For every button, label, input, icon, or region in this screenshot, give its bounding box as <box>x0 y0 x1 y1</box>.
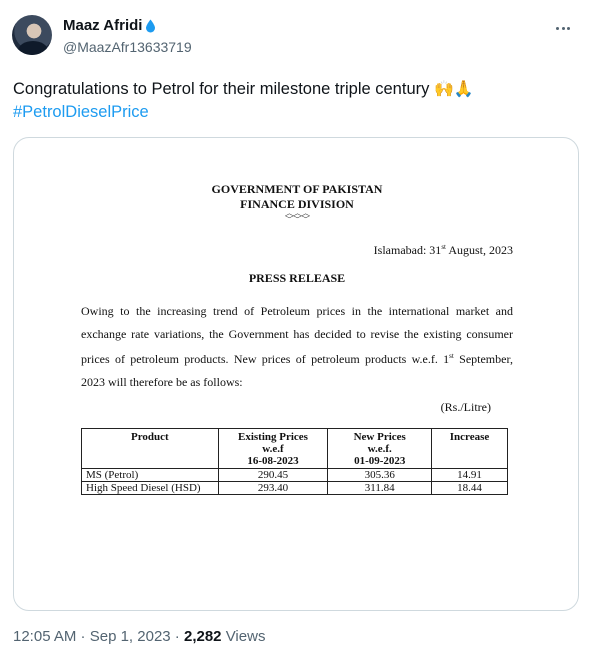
tweet-timestamp[interactable]: 12:05 AM <box>13 628 76 645</box>
water-drop-icon <box>146 19 156 32</box>
attached-image[interactable]: GOVERNMENT OF PAKISTAN FINANCE DIVISION … <box>13 137 579 611</box>
views-label: Views <box>221 628 266 645</box>
doc-ornament: <><><> <box>284 211 310 221</box>
col-header-product: Product <box>81 428 219 469</box>
tweet-meta: 12:05 AM · Sep 1, 2023 · 2,282 Views <box>13 628 266 645</box>
doc-title: PRESS RELEASE <box>248 271 346 285</box>
author-name-row[interactable]: Maaz Afridi <box>63 17 156 34</box>
press-release-document: GOVERNMENT OF PAKISTAN FINANCE DIVISION … <box>14 138 578 610</box>
tweet-date[interactable]: Sep 1, 2023 <box>90 628 171 645</box>
price-table-header: Product Existing Prices w.e.f 16-08-2023 N… <box>81 428 508 469</box>
cell-existing: 293.40 <box>217 481 329 495</box>
col-header-existing: Existing Prices w.e.f 16-08-2023 <box>217 428 329 469</box>
author-display-name[interactable]: Maaz Afridi <box>63 17 142 34</box>
cell-product: High Speed Diesel (HSD) <box>81 481 219 495</box>
cell-increase: 18.44 <box>431 481 508 495</box>
doc-government-heading: GOVERNMENT OF PAKISTAN <box>211 182 383 196</box>
table-row: MS (Petrol) 290.45 305.36 14.91 <box>81 468 508 482</box>
doc-unit-label: (Rs./Litre) <box>440 400 491 414</box>
cell-increase: 14.91 <box>431 468 508 482</box>
col-header-new: New Prices w.e.f. 01-09-2023 <box>327 428 433 469</box>
tweet-text: Congratulations to Petrol for their mile… <box>13 78 578 124</box>
cell-existing: 290.45 <box>217 468 329 482</box>
doc-date: Islamabad: 31st August, 2023 <box>373 243 513 257</box>
hashtag-link[interactable]: #PetrolDieselPrice <box>13 101 578 124</box>
avatar[interactable] <box>12 15 52 55</box>
tweet-emojis: 🙌🙏 <box>433 81 474 98</box>
views-count: 2,282 <box>183 628 222 645</box>
doc-paragraph: Owing to the increasing trend of Petrole… <box>81 304 513 389</box>
cell-new: 311.84 <box>327 481 433 495</box>
table-row: High Speed Diesel (HSD) 293.40 311.84 18… <box>81 481 508 495</box>
more-options-button[interactable] <box>549 14 577 42</box>
col-header-increase: Increase <box>431 428 508 469</box>
cell-new: 305.36 <box>327 468 433 482</box>
tweet-body: Congratulations to Petrol for their mile… <box>13 80 430 98</box>
more-icon <box>556 26 560 30</box>
cell-product: MS (Petrol) <box>81 468 219 482</box>
tweet: Maaz Afridi @MaazAfr13633719 Congratulat… <box>0 0 589 660</box>
author-handle[interactable]: @MaazAfr13633719 <box>63 39 192 55</box>
avatar-figure <box>18 41 48 55</box>
price-table: Product Existing Prices w.e.f 16-08-2023 N… <box>81 428 508 495</box>
doc-division-heading: FINANCE DIVISION <box>240 197 354 211</box>
